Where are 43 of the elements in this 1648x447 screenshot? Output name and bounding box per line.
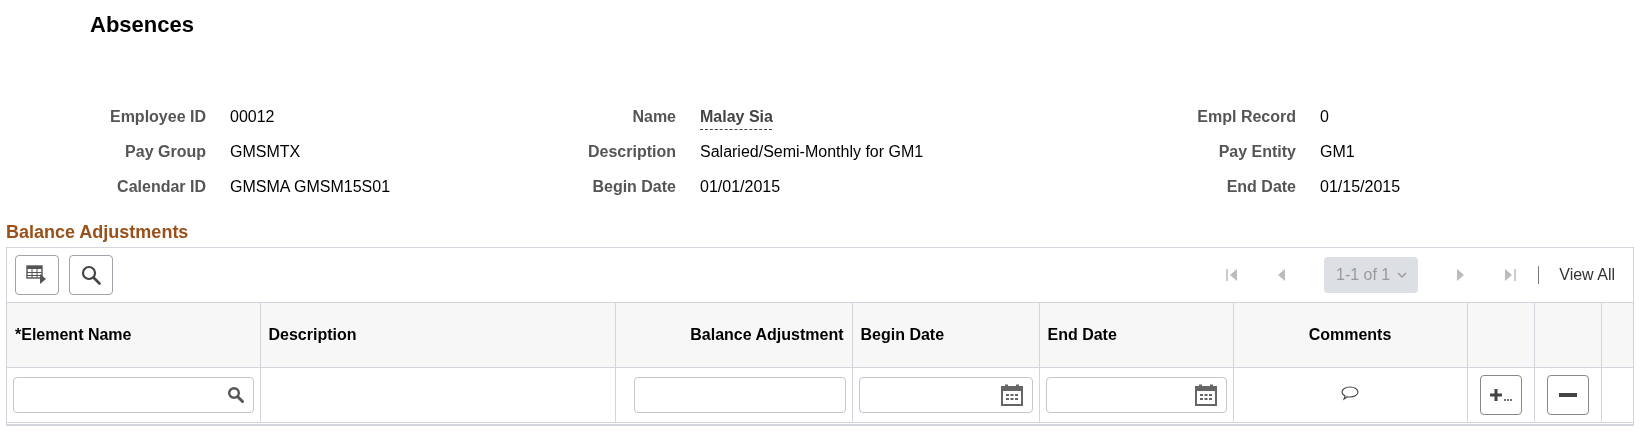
personalize-grid-button[interactable]	[15, 255, 59, 295]
field-label: Employee ID	[108, 108, 206, 126]
search-icon	[80, 264, 102, 286]
date-field[interactable]	[1045, 377, 1227, 413]
field-value: 00012	[230, 108, 276, 126]
field-value: 0	[1320, 108, 1330, 126]
field-label: Description	[587, 143, 676, 161]
field-value: GMSMTX	[230, 143, 302, 161]
section-title: Balance Adjustments	[6, 222, 190, 243]
field-label: Pay Group	[124, 143, 206, 161]
plus-icon	[1489, 387, 1512, 403]
field-label: Name	[631, 108, 676, 126]
field-value: GM1	[1320, 143, 1356, 161]
search-icon[interactable]	[226, 386, 245, 404]
field-value: GMSMA GMSM15S01	[230, 178, 392, 196]
column-header: Begin Date	[860, 326, 945, 343]
column-header: End Date	[1047, 326, 1117, 343]
add-row-button[interactable]	[1479, 375, 1522, 415]
minus-icon	[1557, 392, 1578, 398]
field-value: Salaried/Semi-Monthly for GM1	[700, 143, 925, 161]
column-header: Balance Adjustment	[690, 326, 844, 343]
search-button[interactable]	[69, 255, 113, 295]
date-field[interactable]	[858, 377, 1033, 413]
calendar-icon[interactable]	[999, 383, 1024, 407]
field-label: Pay Entity	[1217, 143, 1296, 161]
field-label: Begin Date	[591, 178, 676, 196]
field-label: Calendar ID	[116, 178, 206, 196]
calendar-icon[interactable]	[1193, 383, 1218, 407]
table-arrow-icon	[26, 264, 48, 286]
balance-adjustment-field[interactable]	[633, 377, 846, 413]
delete-row-button[interactable]	[1546, 375, 1589, 415]
field-value: 01/15/2015	[1320, 178, 1402, 196]
field-label: End Date	[1225, 178, 1296, 196]
field-value: 01/01/2015	[700, 178, 782, 196]
column-header: Comments	[1308, 326, 1392, 343]
name-link[interactable]: Malay Sia	[700, 108, 773, 126]
column-header: *Element Name	[15, 326, 132, 343]
column-header: Description	[268, 326, 357, 343]
field-label: Empl Record	[1196, 108, 1296, 126]
page-title: Absences	[90, 12, 195, 39]
chevron-down-icon	[1396, 270, 1409, 280]
speech-bubble-icon[interactable]	[1340, 385, 1360, 401]
element-name-field[interactable]	[13, 377, 254, 413]
